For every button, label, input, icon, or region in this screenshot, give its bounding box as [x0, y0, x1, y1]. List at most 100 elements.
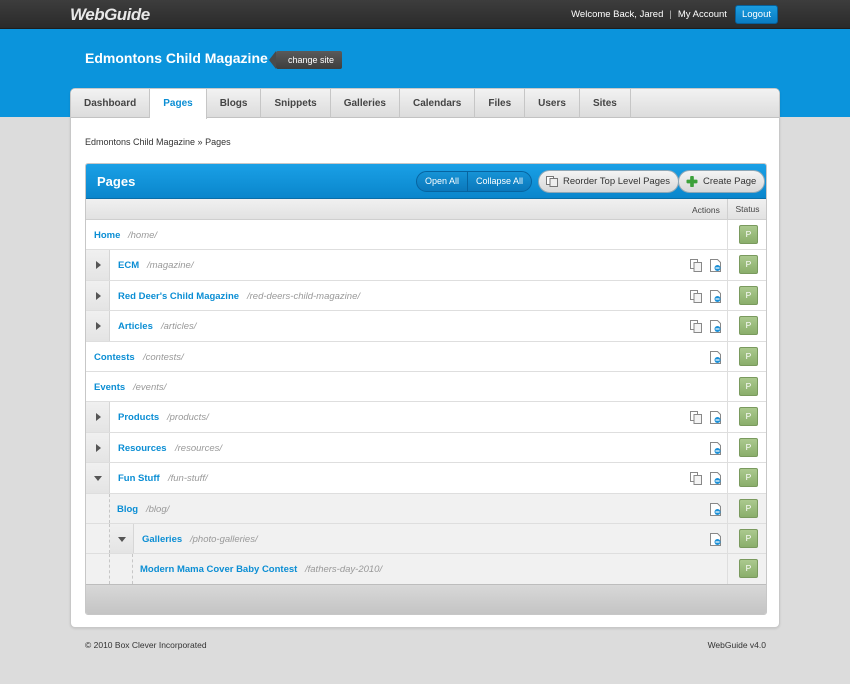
logout-button[interactable]: Logout — [734, 5, 778, 24]
my-account-link[interactable]: My Account — [678, 9, 727, 20]
published-status-badge[interactable]: P — [739, 285, 758, 305]
expand-toggle[interactable] — [86, 402, 110, 432]
tree-indent-line — [109, 554, 110, 584]
open-all-button[interactable]: Open All — [417, 172, 467, 191]
published-status-badge[interactable]: P — [739, 376, 758, 396]
page-name-link[interactable]: Contests — [94, 352, 135, 363]
welcome-text: Welcome Back, Jared — [571, 9, 664, 20]
collapse-toggle[interactable] — [86, 463, 110, 493]
triangle-right-icon — [96, 413, 101, 422]
page-row: Modern Mama Cover Baby Contest/fathers-d… — [86, 554, 766, 585]
page-name-link[interactable]: Events — [94, 382, 125, 393]
published-status-badge[interactable]: P — [739, 316, 758, 336]
tree-indent-line — [132, 554, 133, 584]
page-row: Events/events/P — [86, 371, 766, 403]
reorder-icon — [546, 176, 558, 187]
expand-toggle[interactable] — [86, 311, 110, 341]
webguide-logo: WebGuide — [70, 5, 150, 24]
tab-snippets[interactable]: Snippets — [261, 89, 331, 118]
published-status-badge[interactable]: P — [739, 437, 758, 457]
expand-toggle[interactable] — [86, 250, 110, 280]
add-child-page-icon[interactable] — [710, 289, 722, 303]
copy-page-icon[interactable] — [690, 320, 702, 334]
published-status-badge[interactable]: P — [739, 407, 758, 427]
page-name-link[interactable]: Modern Mama Cover Baby Contest — [140, 564, 297, 575]
page-row: Galleries/photo-galleries/P — [86, 523, 766, 555]
change-site-button[interactable]: change site — [268, 51, 343, 69]
page-row: Resources/resources/P — [86, 432, 766, 464]
tab-users[interactable]: Users — [525, 89, 580, 118]
tree-indent-line — [109, 493, 110, 523]
page-path: /fathers-day-2010/ — [305, 564, 383, 576]
page-path: /fun-stuff/ — [168, 473, 208, 485]
published-status-badge[interactable]: P — [739, 346, 758, 366]
page-path: /products/ — [167, 412, 209, 424]
add-child-page-icon[interactable] — [710, 441, 722, 455]
collapse-toggle[interactable] — [110, 523, 134, 554]
page-row: Red Deer's Child Magazine/red-deers-chil… — [86, 280, 766, 312]
tab-calendars[interactable]: Calendars — [400, 89, 476, 118]
create-page-button[interactable]: Create Page — [678, 170, 766, 193]
page-path: /events/ — [133, 381, 167, 393]
status-cell: P — [727, 311, 766, 341]
status-cell: P — [727, 554, 766, 584]
triangle-right-icon — [96, 261, 101, 270]
copy-page-icon[interactable] — [690, 411, 702, 425]
published-status-badge[interactable]: P — [739, 255, 758, 275]
expand-toggle[interactable] — [86, 432, 110, 463]
published-status-badge[interactable]: P — [739, 559, 758, 579]
page-name-link[interactable]: ECM — [118, 260, 139, 271]
collapse-all-button[interactable]: Collapse All — [467, 172, 531, 191]
tab-blogs[interactable]: Blogs — [207, 89, 262, 118]
add-child-page-icon[interactable] — [710, 502, 722, 516]
create-page-label: Create Page — [703, 176, 757, 187]
plus-icon — [686, 176, 698, 187]
tab-galleries[interactable]: Galleries — [331, 89, 400, 118]
published-status-badge[interactable]: P — [739, 468, 758, 488]
copy-page-icon[interactable] — [690, 259, 702, 273]
published-status-badge[interactable]: P — [739, 528, 758, 548]
expand-toggle[interactable] — [86, 280, 110, 311]
tab-sites[interactable]: Sites — [580, 89, 631, 118]
reorder-pages-button[interactable]: Reorder Top Level Pages — [538, 170, 680, 193]
site-title: Edmontons Child Magazine — [85, 50, 268, 66]
page-name-link[interactable]: Products — [118, 412, 159, 423]
add-child-page-icon[interactable] — [710, 472, 722, 486]
status-column-header: Status — [727, 199, 766, 220]
status-cell: P — [727, 341, 766, 371]
copy-page-icon[interactable] — [690, 289, 702, 303]
add-child-page-icon[interactable] — [710, 411, 722, 425]
add-child-page-icon[interactable] — [710, 259, 722, 273]
breadcrumb: Edmontons Child Magazine » Pages — [85, 137, 231, 147]
tab-dashboard[interactable]: Dashboard — [71, 89, 151, 118]
tab-pages[interactable]: Pages — [150, 89, 207, 119]
pages-box: Pages Open All Collapse All Reorder Top … — [85, 163, 767, 615]
triangle-right-icon — [96, 291, 101, 300]
page-name-link[interactable]: Red Deer's Child Magazine — [118, 291, 239, 302]
add-child-page-icon[interactable] — [710, 320, 722, 334]
page-name-link[interactable]: Blog — [117, 504, 138, 515]
add-child-page-icon[interactable] — [710, 350, 722, 364]
copy-page-icon[interactable] — [690, 472, 702, 486]
status-cell: P — [727, 220, 766, 250]
page-row: ECM/magazine/P — [86, 250, 766, 281]
published-status-badge[interactable]: P — [739, 225, 758, 244]
page-path: /magazine/ — [147, 260, 194, 272]
page-row: Products/products/P — [86, 402, 766, 433]
page-name-link[interactable]: Home — [94, 230, 120, 241]
page-name-link[interactable]: Resources — [118, 443, 167, 454]
page-path: /resources/ — [175, 442, 222, 454]
page-path: /photo-galleries/ — [190, 533, 258, 545]
triangle-down-icon — [94, 476, 102, 482]
page-name-link[interactable]: Articles — [118, 321, 153, 332]
triangle-right-icon — [96, 443, 101, 452]
tab-files[interactable]: Files — [475, 89, 526, 118]
status-cell: P — [727, 250, 766, 280]
page-name-link[interactable]: Galleries — [142, 534, 182, 545]
status-cell: P — [727, 463, 766, 493]
column-header: Actions Status — [86, 199, 766, 220]
published-status-badge[interactable]: P — [739, 498, 758, 518]
add-child-page-icon[interactable] — [710, 532, 722, 546]
page-path: /red-deers-child-magazine/ — [247, 290, 360, 302]
page-name-link[interactable]: Fun Stuff — [118, 473, 160, 484]
